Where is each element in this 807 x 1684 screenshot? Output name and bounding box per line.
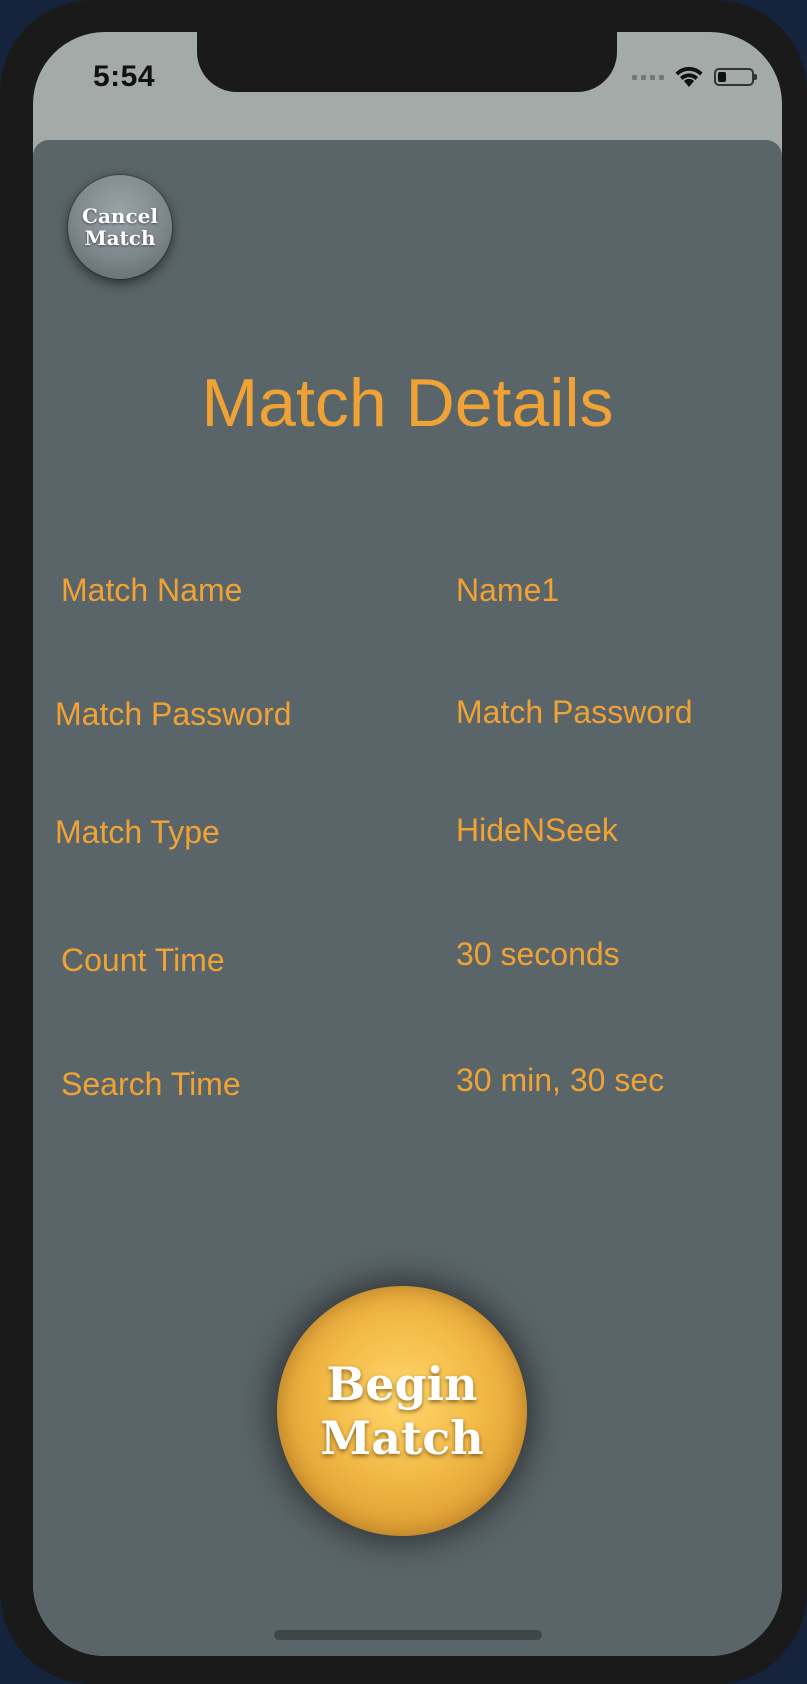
value-count-time: 30 seconds — [456, 936, 620, 972]
value-search-time: 30 min, 30 sec — [456, 1062, 665, 1098]
phone-frame: 5:54 Cancel Match Match Details Match Na… — [0, 0, 807, 1684]
label-search-time: Search Time — [61, 1066, 241, 1102]
cancel-button-line2: Match — [84, 226, 156, 250]
battery-level — [718, 72, 726, 82]
value-match-type: HideNSeek — [456, 812, 618, 848]
begin-button-line2: Match — [320, 1411, 484, 1465]
notch — [197, 32, 617, 92]
battery-icon — [714, 68, 757, 86]
begin-button-line1: Begin — [326, 1357, 478, 1411]
wifi-icon — [675, 66, 703, 87]
cellular-signal-icon — [632, 74, 664, 80]
label-count-time: Count Time — [61, 942, 225, 978]
begin-match-button[interactable]: Begin Match — [277, 1286, 527, 1536]
home-indicator[interactable] — [274, 1630, 542, 1640]
status-icons — [632, 62, 757, 92]
label-match-password: Match Password — [55, 696, 292, 732]
label-match-type: Match Type — [55, 814, 220, 850]
cancel-button-line1: Cancel — [82, 204, 158, 228]
screen: 5:54 Cancel Match Match Details Match Na… — [33, 32, 782, 1656]
match-details-sheet: Cancel Match Match Details Match Name Na… — [33, 140, 782, 1656]
cancel-match-button[interactable]: Cancel Match — [68, 175, 172, 279]
status-time: 5:54 — [93, 60, 156, 93]
value-match-password: Match Password — [456, 694, 693, 730]
page-title: Match Details — [201, 365, 614, 441]
label-match-name: Match Name — [61, 572, 243, 608]
value-match-name: Name1 — [456, 572, 560, 608]
